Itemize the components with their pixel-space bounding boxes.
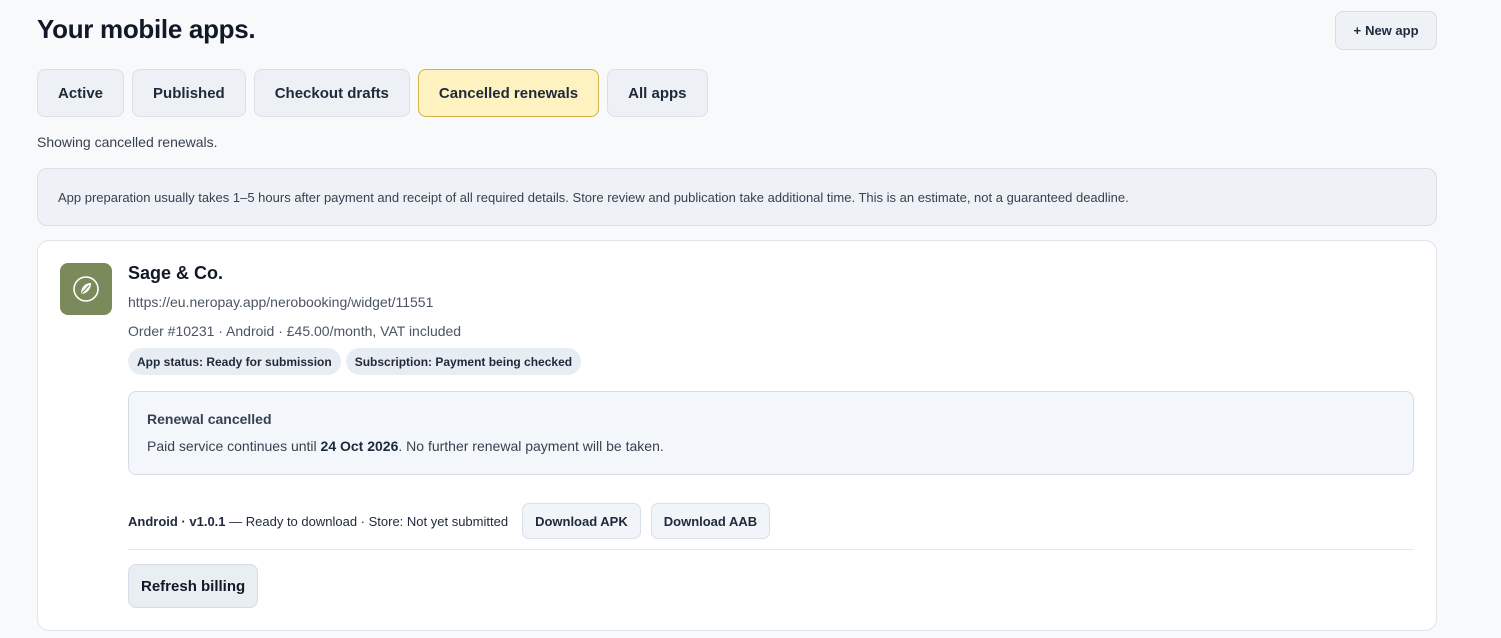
download-aab-button[interactable]: Download AAB	[650, 503, 771, 539]
leaf-icon	[73, 276, 99, 302]
build-version: Android · v1.0.1	[128, 513, 226, 529]
subscription-status-badge: Subscription: Payment being checked	[345, 348, 582, 375]
download-apk-button[interactable]: Download APK	[522, 503, 641, 539]
filter-note: Showing cancelled renewals.	[37, 134, 218, 150]
plus-icon: +	[1353, 23, 1362, 38]
divider	[128, 549, 1414, 550]
app-logo	[60, 263, 112, 315]
renewal-notice: Renewal cancelled Paid service continues…	[128, 391, 1414, 475]
tab-all-apps[interactable]: All apps	[607, 69, 708, 117]
tab-active[interactable]: Active	[37, 69, 125, 117]
tab-checkout-drafts[interactable]: Checkout drafts	[253, 69, 410, 117]
app-status-badge: App status: Ready for submission	[128, 348, 341, 375]
tab-cancelled-renewals[interactable]: Cancelled renewals	[417, 69, 600, 117]
build-info: Android · v1.0.1 — Ready to download · S…	[128, 513, 509, 529]
app-card: Sage & Co. https://eu.neropay.app/nerobo…	[37, 240, 1437, 631]
info-banner: App preparation usually takes 1–5 hours …	[37, 168, 1437, 226]
tab-bar: Active Published Checkout drafts Cancell…	[37, 69, 708, 117]
refresh-billing-button[interactable]: Refresh billing	[128, 564, 259, 608]
renewal-title: Renewal cancelled	[147, 411, 272, 427]
new-app-button[interactable]: + New app	[1335, 11, 1437, 50]
status-badges: App status: Ready for submission Subscri…	[128, 348, 582, 375]
page-title: Your mobile apps.	[37, 14, 256, 44]
app-url: https://eu.neropay.app/nerobooking/widge…	[128, 294, 434, 310]
renewal-date: 24 Oct 2026	[320, 438, 399, 454]
renewal-text: Paid service continues until 24 Oct 2026…	[147, 438, 664, 454]
new-app-label: New app	[1365, 23, 1419, 38]
app-name: Sage & Co.	[128, 263, 224, 283]
info-text: App preparation usually takes 1–5 hours …	[58, 189, 1129, 205]
build-row: Android · v1.0.1 — Ready to download · S…	[128, 503, 771, 539]
app-order-info: Order #10231 · Android · £45.00/month, V…	[128, 323, 462, 339]
tab-published[interactable]: Published	[132, 69, 246, 117]
